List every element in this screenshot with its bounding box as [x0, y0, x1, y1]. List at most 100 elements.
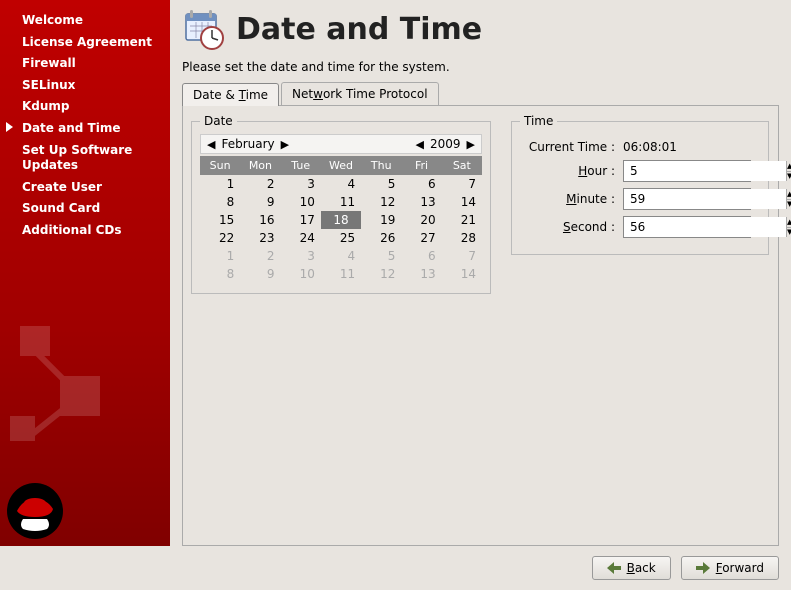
calendar-day[interactable]: 1 [200, 175, 240, 193]
second-down-button[interactable]: ▼ [787, 228, 791, 238]
calendar-day[interactable]: 20 [401, 211, 441, 229]
calendar-day[interactable]: 9 [240, 193, 280, 211]
calendar-day[interactable]: 11 [321, 193, 361, 211]
calendar-nav: ◀ February ▶ ◀ 2009 ▶ [200, 134, 482, 154]
hour-down-button[interactable]: ▼ [787, 172, 791, 182]
calendar-day: 3 [281, 247, 321, 265]
current-time-label: Current Time : [520, 140, 615, 154]
calendar-day: 7 [442, 247, 482, 265]
calendar-day[interactable]: 2 [240, 175, 280, 193]
sidebar-item-sound-card[interactable]: Sound Card [0, 198, 170, 220]
calendar-dow: Sat [442, 156, 482, 175]
calendar-day: 13 [401, 265, 441, 283]
page-title: Date and Time [236, 12, 482, 47]
minute-down-button[interactable]: ▼ [787, 200, 791, 210]
calendar-day[interactable]: 5 [361, 175, 401, 193]
arrow-left-icon [607, 562, 621, 574]
calendar-day[interactable]: 27 [401, 229, 441, 247]
date-legend: Date [200, 114, 237, 128]
calendar-day: 1 [200, 247, 240, 265]
calendar-day[interactable]: 23 [240, 229, 280, 247]
datetime-icon [182, 8, 224, 50]
hour-label: Hour : [520, 164, 615, 178]
calendar-day: 4 [321, 247, 361, 265]
redhat-logo-icon [5, 481, 65, 541]
calendar-day: 14 [442, 265, 482, 283]
second-up-button[interactable]: ▲ [787, 217, 791, 228]
content-area: Date and Time Please set the date and ti… [170, 0, 791, 546]
calendar-day[interactable]: 3 [281, 175, 321, 193]
calendar-day[interactable]: 13 [401, 193, 441, 211]
calendar-day[interactable]: 4 [321, 175, 361, 193]
calendar-day[interactable]: 15 [200, 211, 240, 229]
next-month-button[interactable]: ▶ [279, 138, 291, 151]
sidebar-item-firewall[interactable]: Firewall [0, 53, 170, 75]
minute-label: Minute : [520, 192, 615, 206]
sidebar-item-license-agreement[interactable]: License Agreement [0, 32, 170, 54]
calendar-day[interactable]: 18 [321, 211, 361, 229]
time-legend: Time [520, 114, 557, 128]
calendar-day[interactable]: 8 [200, 193, 240, 211]
tab-bar: Date & TimeNetwork Time Protocol [182, 82, 779, 105]
calendar-month: February [221, 137, 274, 151]
tab-0[interactable]: Date & Time [182, 83, 279, 106]
sidebar-item-create-user[interactable]: Create User [0, 177, 170, 199]
sidebar-item-welcome[interactable]: Welcome [0, 10, 170, 32]
sidebar-decoration [0, 286, 170, 486]
calendar-day[interactable]: 6 [401, 175, 441, 193]
calendar-day: 8 [200, 265, 240, 283]
sidebar-item-additional-cds[interactable]: Additional CDs [0, 220, 170, 242]
hour-input[interactable] [624, 161, 786, 181]
button-bar: Back Forward [0, 546, 791, 590]
minute-spinner[interactable]: ▲▼ [623, 188, 751, 210]
sidebar: WelcomeLicense AgreementFirewallSELinuxK… [0, 0, 170, 546]
hour-up-button[interactable]: ▲ [787, 161, 791, 172]
calendar-day[interactable]: 21 [442, 211, 482, 229]
second-input[interactable] [624, 217, 786, 237]
calendar-day[interactable]: 26 [361, 229, 401, 247]
hour-spinner[interactable]: ▲▼ [623, 160, 751, 182]
calendar-year: 2009 [430, 137, 461, 151]
minute-input[interactable] [624, 189, 786, 209]
time-fieldset: Time Current Time : 06:08:01 Hour : ▲▼ M… [511, 114, 769, 255]
calendar-day: 12 [361, 265, 401, 283]
calendar-dow: Wed [321, 156, 361, 175]
prev-month-button[interactable]: ◀ [205, 138, 217, 151]
current-time-value: 06:08:01 [623, 140, 677, 154]
calendar-day[interactable]: 14 [442, 193, 482, 211]
calendar-day[interactable]: 7 [442, 175, 482, 193]
second-spinner[interactable]: ▲▼ [623, 216, 751, 238]
calendar-day[interactable]: 24 [281, 229, 321, 247]
calendar-day: 10 [281, 265, 321, 283]
back-button[interactable]: Back [592, 556, 671, 580]
sidebar-item-date-and-time[interactable]: Date and Time [0, 118, 170, 140]
minute-up-button[interactable]: ▲ [787, 189, 791, 200]
arrow-right-icon [696, 562, 710, 574]
tab-1[interactable]: Network Time Protocol [281, 82, 438, 105]
calendar-dow: Mon [240, 156, 280, 175]
date-fieldset: Date ◀ February ▶ ◀ 2009 ▶ SunMonTueWedT… [191, 114, 491, 294]
sidebar-item-selinux[interactable]: SELinux [0, 75, 170, 97]
calendar-day[interactable]: 19 [361, 211, 401, 229]
calendar-day[interactable]: 12 [361, 193, 401, 211]
calendar-day: 5 [361, 247, 401, 265]
calendar-day[interactable]: 10 [281, 193, 321, 211]
calendar-day: 11 [321, 265, 361, 283]
calendar-dow: Sun [200, 156, 240, 175]
second-label: Second : [520, 220, 615, 234]
calendar-dow: Fri [401, 156, 441, 175]
prev-year-button[interactable]: ◀ [414, 138, 426, 151]
next-year-button[interactable]: ▶ [465, 138, 477, 151]
sidebar-item-set-up-software-updates[interactable]: Set Up Software Updates [0, 140, 170, 177]
calendar-day[interactable]: 17 [281, 211, 321, 229]
calendar-day: 6 [401, 247, 441, 265]
calendar-grid: SunMonTueWedThuFriSat 123456789101112131… [200, 156, 482, 283]
forward-button[interactable]: Forward [681, 556, 779, 580]
calendar-day[interactable]: 28 [442, 229, 482, 247]
calendar-day[interactable]: 16 [240, 211, 280, 229]
tab-panel: Date ◀ February ▶ ◀ 2009 ▶ SunMonTueWedT… [182, 105, 779, 546]
sidebar-item-kdump[interactable]: Kdump [0, 96, 170, 118]
calendar-day[interactable]: 22 [200, 229, 240, 247]
calendar-dow: Thu [361, 156, 401, 175]
calendar-day[interactable]: 25 [321, 229, 361, 247]
